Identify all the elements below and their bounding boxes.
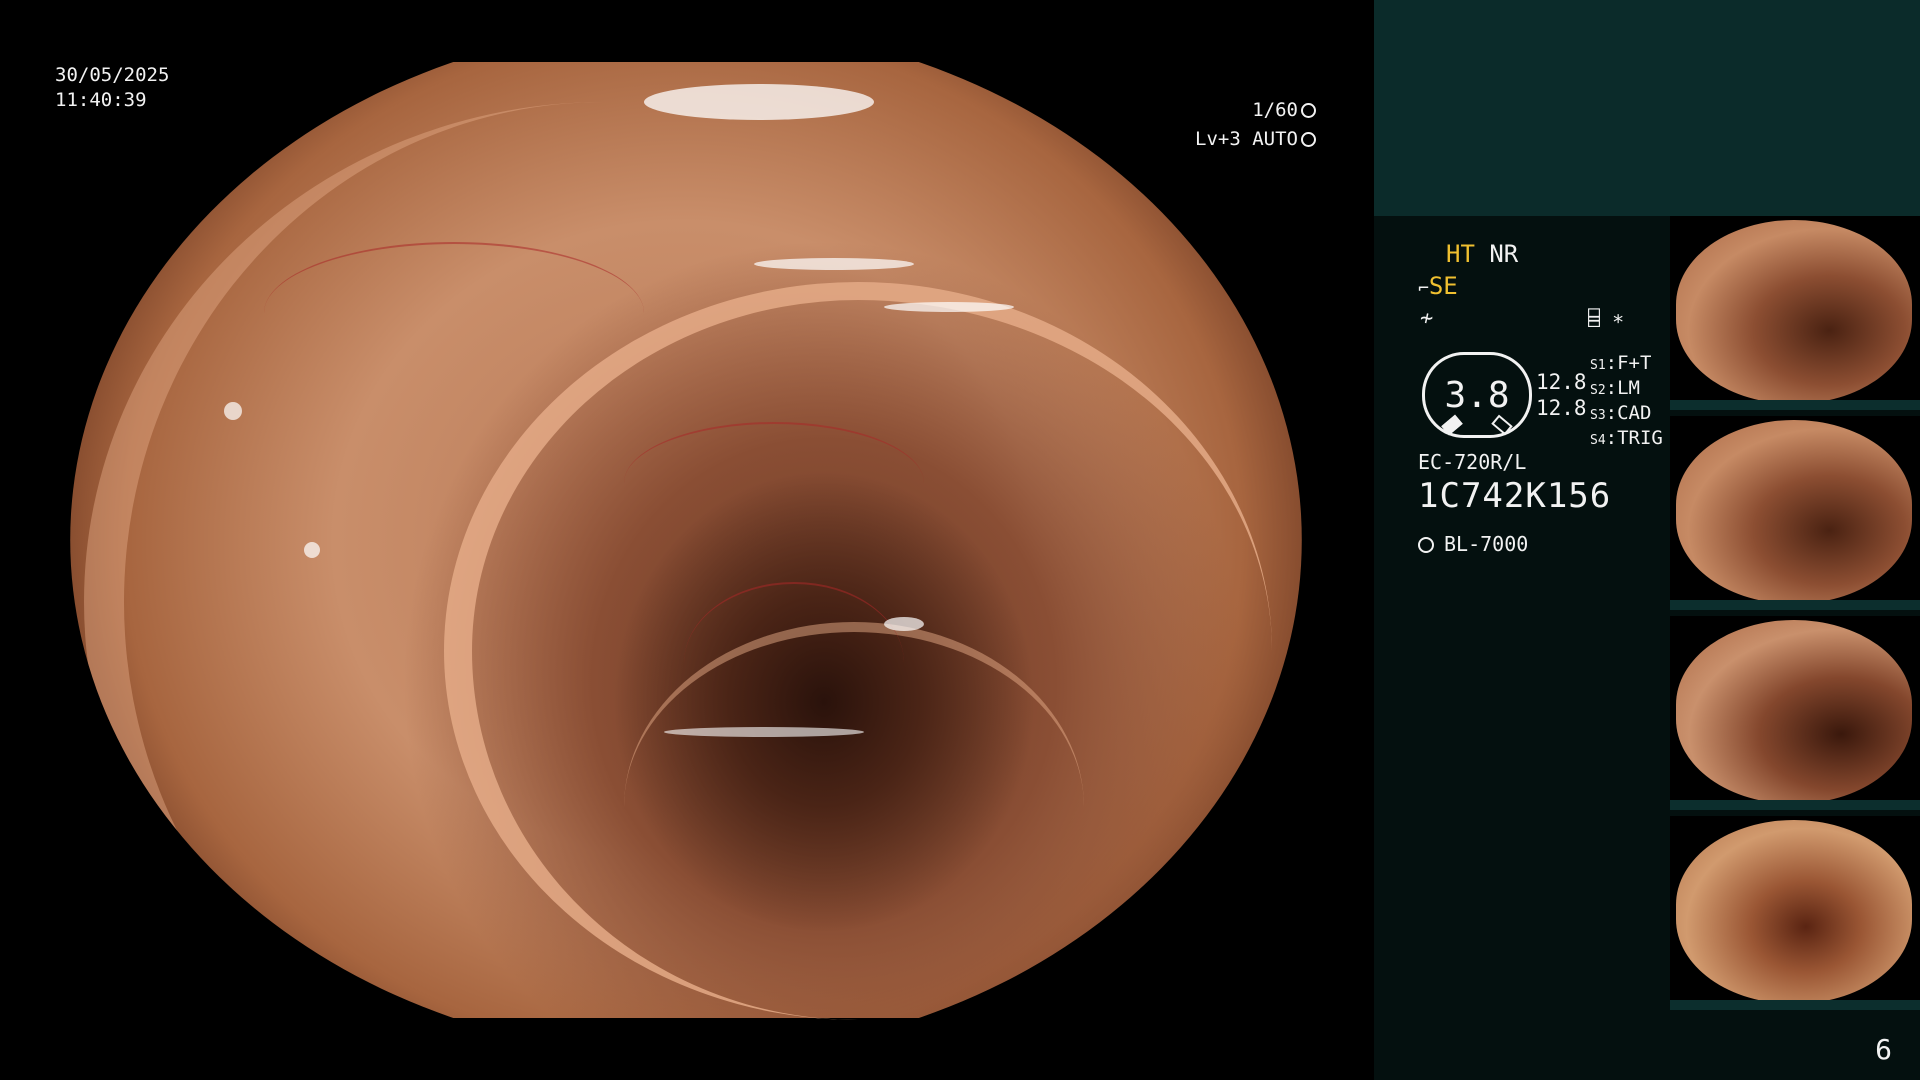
- structure-icon: ⌐: [1418, 278, 1429, 299]
- switch-value: CAD: [1617, 402, 1652, 424]
- capture-date: 30/05/2025: [55, 64, 170, 86]
- endoscope-main-view: 30/05/2025 11:40:39 1/60 Lv+3 AUTO: [0, 0, 1374, 1080]
- switch-s2: S2:LM: [1590, 377, 1640, 399]
- specular-highlight: [884, 302, 1014, 312]
- freeze-icon: ≁: [1420, 306, 1434, 331]
- thumbnail-bar: [1670, 800, 1920, 810]
- switch-key: S1: [1590, 358, 1606, 373]
- aperture-icon: [1301, 103, 1316, 118]
- switch-value: TRIG: [1617, 427, 1663, 449]
- thumbnail-2[interactable]: [1670, 416, 1920, 610]
- specular-highlight: [644, 84, 874, 120]
- readout-b: 12.8: [1536, 396, 1587, 420]
- auto-exposure-icon: [1301, 132, 1316, 147]
- capture-time: 11:40:39: [55, 89, 147, 111]
- scope-serial: 1C742K156: [1418, 476, 1612, 516]
- mode-icons: ⌸ ∗: [1588, 306, 1625, 330]
- thumbnail-bar: [1670, 1000, 1920, 1010]
- blood-vessel: [264, 242, 644, 384]
- switch-value: F+T: [1617, 352, 1652, 374]
- thumbnail-image: [1676, 420, 1912, 604]
- blood-vessel: [684, 582, 904, 744]
- thumbnail-bar: [1670, 600, 1920, 610]
- pen-icon: [1441, 414, 1463, 436]
- switch-value: LM: [1617, 377, 1640, 399]
- thumbnail-1[interactable]: [1670, 216, 1920, 410]
- thumbnail-image: [1676, 820, 1912, 1004]
- readout-a: 12.8: [1536, 370, 1587, 394]
- light-source-label: BL-7000: [1444, 532, 1529, 556]
- enhancement-row: HT NR: [1446, 240, 1518, 268]
- switch-key: S4: [1590, 433, 1606, 448]
- specular-highlight: [224, 402, 242, 420]
- light-source-icon: [1418, 537, 1434, 553]
- specular-highlight: [884, 617, 924, 631]
- brightness-level-value: Lv+3 AUTO: [1195, 128, 1298, 150]
- shutter-speed-value: 1/60: [1252, 99, 1298, 121]
- gauge-value: 3.8: [1444, 375, 1510, 416]
- switch-key: S2: [1590, 383, 1606, 398]
- switch-s1: S1:F+T: [1590, 352, 1652, 374]
- insertion-gauge: 3.8: [1422, 352, 1532, 438]
- thumbnail-4[interactable]: [1670, 816, 1920, 1010]
- panel-header-area: [1374, 0, 1920, 216]
- nr-indicator: NR: [1489, 240, 1519, 268]
- endoscope-image: [70, 62, 1302, 1057]
- specular-highlight: [304, 542, 320, 558]
- scope-model: EC-720R/L: [1418, 450, 1527, 474]
- thumbnail-bar: [1670, 400, 1920, 410]
- specular-highlight: [664, 727, 864, 737]
- structure-enhancement-row: ⌐SE: [1418, 272, 1458, 300]
- switch-s3: S3:CAD: [1590, 402, 1652, 424]
- brightness-level: Lv+3 AUTO: [1195, 127, 1316, 152]
- thumbnail-3[interactable]: [1670, 616, 1920, 810]
- thumbnail-image: [1676, 620, 1912, 804]
- blood-vessel: [624, 422, 924, 544]
- pen-outline-icon: [1491, 414, 1513, 436]
- se-indicator: SE: [1428, 272, 1458, 300]
- shutter-speed: 1/60: [1252, 98, 1316, 123]
- info-side-panel: HT NR ⌐SE ≁ ⌸ ∗ 3.8 12.8 12.8 S1:F+T S2:…: [1374, 0, 1920, 1080]
- switch-s4: S4:TRIG: [1590, 427, 1663, 449]
- switch-key: S3: [1590, 408, 1606, 423]
- ht-indicator: HT: [1446, 240, 1475, 268]
- thumbnail-image: [1676, 220, 1912, 404]
- light-source: BL-7000: [1418, 532, 1528, 556]
- specular-highlight: [754, 258, 914, 270]
- page-number: 6: [1875, 1033, 1892, 1066]
